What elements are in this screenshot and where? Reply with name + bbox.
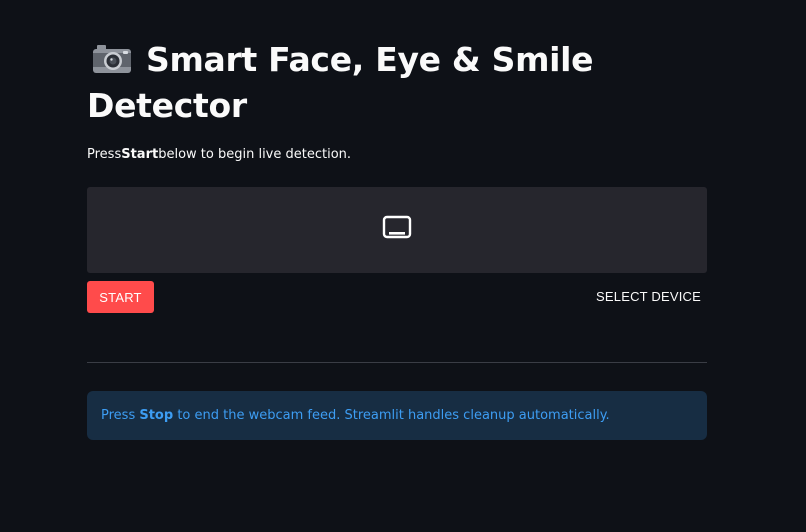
webcam-video-frame: [87, 187, 707, 273]
start-keyword: Start: [121, 147, 159, 162]
info-alert: Press Stop to end the webcam feed. Strea…: [87, 391, 707, 440]
start-button[interactable]: START: [87, 281, 154, 313]
select-device-button[interactable]: SELECT DEVICE: [596, 281, 701, 311]
page-title-text: Smart Face, Eye & Smile Detector: [87, 40, 594, 125]
stop-keyword: Stop: [139, 408, 174, 423]
camera-icon: [92, 40, 132, 73]
page-title: Smart Face, Eye & Smile Detector: [87, 37, 707, 129]
app-root: Smart Face, Eye & Smile Detector PressSt…: [0, 0, 806, 532]
instruction-caption: PressStartbelow to begin live detection.: [87, 147, 352, 162]
divider: [87, 362, 707, 363]
monitor-icon: [382, 215, 412, 245]
